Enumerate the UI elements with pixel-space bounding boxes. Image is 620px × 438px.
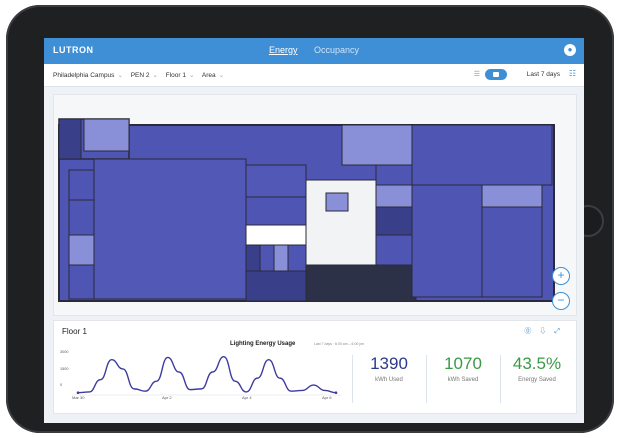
stat-value: 1070 xyxy=(444,354,482,373)
breadcrumb: Philadelphia Campus ⌄ PEN 2 ⌄ Floor 1 ⌄ Are… xyxy=(53,71,230,79)
chart-subtitle: Last 7 days · 6:00 am – 6:00 pm xyxy=(314,342,365,346)
breadcrumb-campus[interactable]: Philadelphia Campus xyxy=(53,72,114,79)
chevron-down-icon: ⌄ xyxy=(117,72,123,79)
floor-plan-map[interactable]: + − xyxy=(53,94,577,316)
stat-label: Energy Saved xyxy=(518,377,556,383)
energy-usage-chart xyxy=(72,355,342,396)
period-selector[interactable]: Last 7 days xyxy=(527,71,560,78)
panel-action-icons[interactable]: ⓪⇩⤢ xyxy=(524,326,568,336)
floor-summary-panel: Floor 1 ⓪⇩⤢ Lighting Energy Usage Last 7… xyxy=(53,320,577,414)
floor-title: Floor 1 xyxy=(62,327,87,336)
x-tick-label: Apr 4 xyxy=(242,395,252,400)
data-point xyxy=(76,391,80,394)
user-icon[interactable]: ● xyxy=(564,44,576,56)
top-bar: LUTRON Energy Occupancy ● xyxy=(44,38,584,64)
map-view-toggle[interactable] xyxy=(485,69,507,80)
stat-label: kWh Used xyxy=(375,377,403,383)
floor-plan xyxy=(54,95,576,315)
stat-energy-saved: 43.5% Energy Saved xyxy=(502,353,572,405)
list-view-icon[interactable]: ☰ xyxy=(474,70,480,78)
y-tick-label: 1500 xyxy=(60,367,69,371)
chevron-down-icon: ⌄ xyxy=(218,72,225,79)
zoom-in-button[interactable]: + xyxy=(552,267,570,285)
menu-icon[interactable]: ☷ xyxy=(569,69,576,78)
series-line xyxy=(77,355,337,394)
breadcrumb-area[interactable]: Area xyxy=(202,72,216,79)
stat-kwh-saved: 1070 kWh Saved xyxy=(428,353,498,405)
stat-value: 1390 xyxy=(370,354,408,373)
tab-energy[interactable]: Energy xyxy=(269,45,298,55)
data-point xyxy=(334,391,338,394)
main-tabs: Energy Occupancy xyxy=(44,45,584,55)
breadcrumb-building[interactable]: PEN 2 xyxy=(131,72,150,79)
app-screen: LUTRON Energy Occupancy ● Philadelphia C… xyxy=(44,38,584,423)
y-tick-label: 3000 xyxy=(60,350,69,354)
tablet-frame: LUTRON Energy Occupancy ● Philadelphia C… xyxy=(6,5,614,433)
x-tick-label: Apr 6 xyxy=(322,395,332,400)
stat-kwh-used: 1390 kWh Used xyxy=(354,353,424,405)
tab-occupancy[interactable]: Occupancy xyxy=(314,45,359,55)
filter-bar: Philadelphia Campus ⌄ PEN 2 ⌄ Floor 1 ⌄ Are… xyxy=(44,64,584,87)
chevron-down-icon: ⌄ xyxy=(189,72,195,79)
breadcrumb-floor[interactable]: Floor 1 xyxy=(166,72,186,79)
zoom-out-button[interactable]: − xyxy=(552,292,570,310)
stat-value: 43.5% xyxy=(512,354,562,373)
chevron-down-icon: ⌄ xyxy=(152,72,158,79)
x-tick-label: Mar 30 xyxy=(72,395,85,400)
divider xyxy=(352,355,353,403)
divider xyxy=(500,355,501,403)
divider xyxy=(426,355,427,403)
x-tick-label: Apr 2 xyxy=(162,395,172,400)
y-tick-label: 0 xyxy=(60,383,63,387)
stat-label: kWh Saved xyxy=(447,377,479,383)
